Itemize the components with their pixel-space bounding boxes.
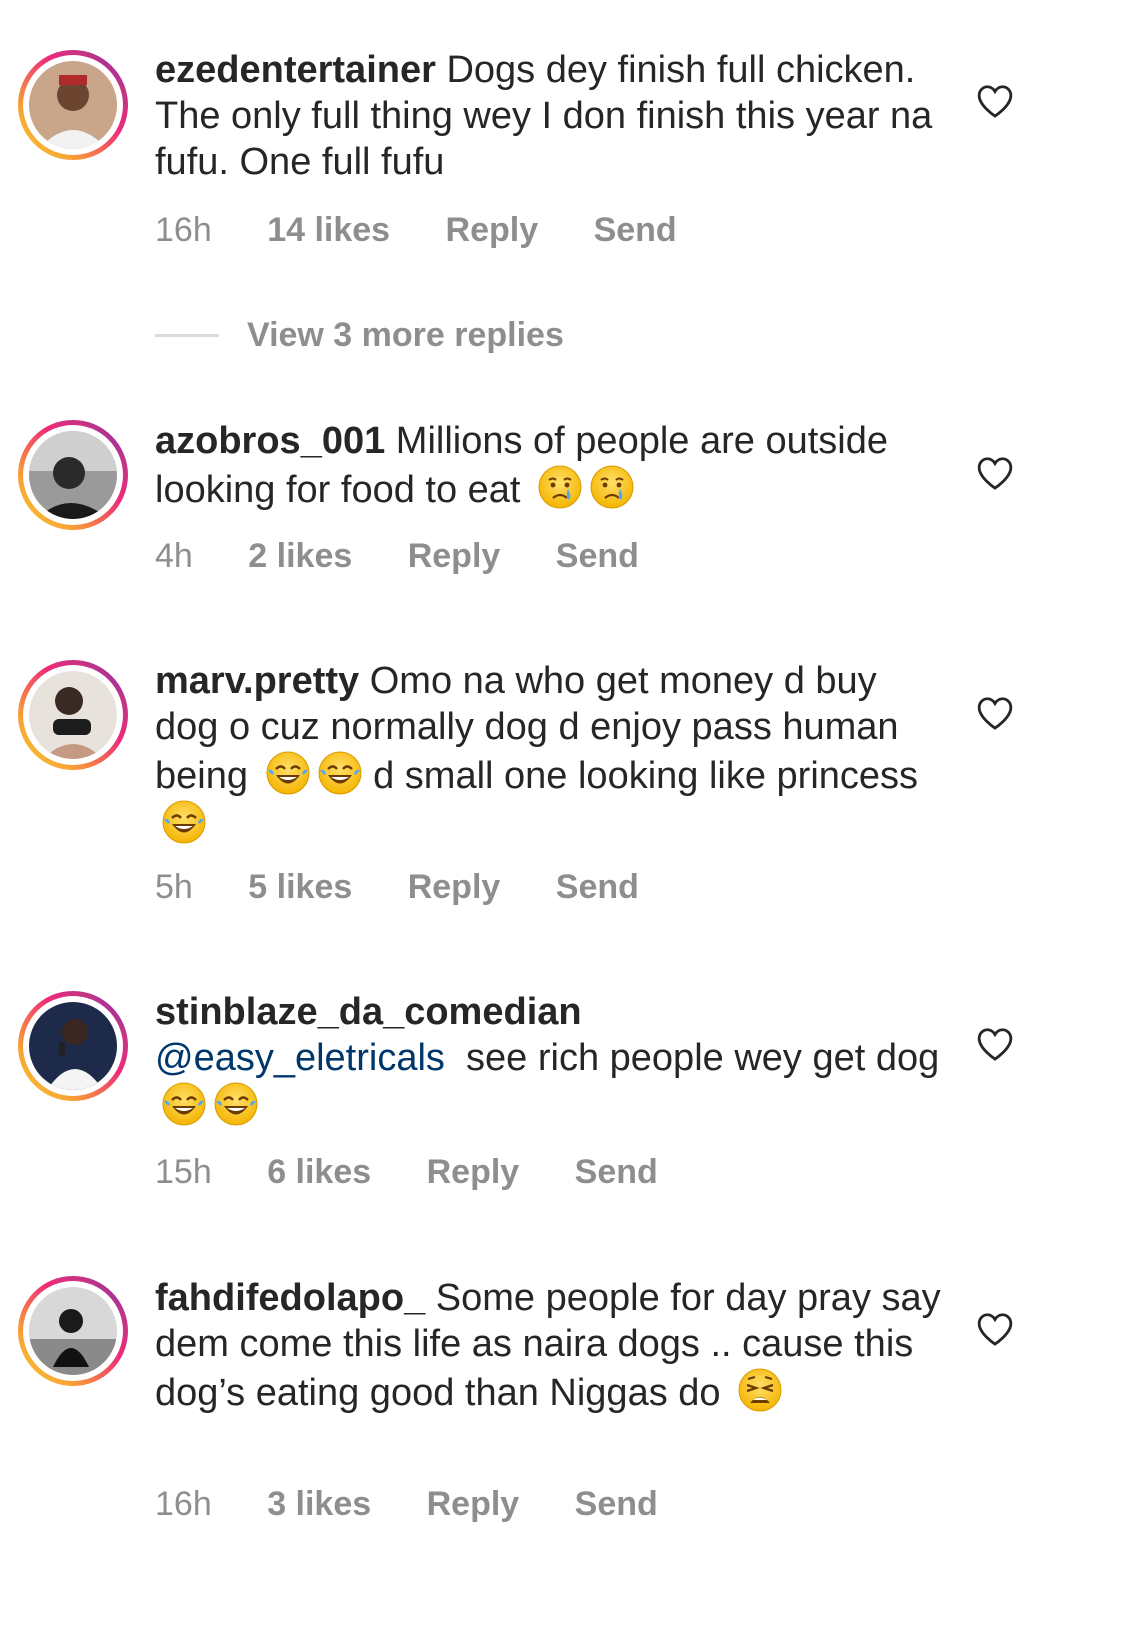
comment-likes[interactable]: 5 likes: [248, 867, 352, 907]
comment-meta: 15h 6 likes Reply Send: [155, 1152, 704, 1192]
story-ring[interactable]: [18, 660, 128, 770]
comment-username[interactable]: ezedentertainer: [155, 49, 436, 91]
avatar: [29, 431, 117, 519]
view-more-replies[interactable]: View 3 more replies: [155, 314, 564, 356]
heart-icon[interactable]: [976, 1026, 1014, 1062]
comment-time: 15h: [155, 1153, 212, 1191]
story-ring[interactable]: [18, 50, 128, 160]
reply-button[interactable]: Reply: [427, 1484, 520, 1524]
send-button[interactable]: Send: [575, 1152, 658, 1192]
reply-button[interactable]: Reply: [408, 867, 501, 907]
heart-icon[interactable]: [976, 83, 1014, 119]
send-button[interactable]: Send: [575, 1484, 658, 1524]
tears-of-joy-icon: [162, 800, 206, 844]
comment-text: ezedentertainer Dogs dey finish full chi…: [155, 47, 945, 185]
comment-time: 16h: [155, 211, 212, 249]
comment-content-continued: d small one looking like princess: [373, 755, 919, 797]
weary-face-icon: [738, 1368, 782, 1412]
tears-of-joy-icon: [318, 751, 362, 795]
comment-time: 16h: [155, 1485, 212, 1523]
mention-link[interactable]: @easy_eletricals: [155, 1037, 445, 1079]
heart-icon[interactable]: [976, 695, 1014, 731]
comment-username[interactable]: stinblaze_da_comedian: [155, 991, 582, 1033]
comment-meta: 5h 5 likes Reply Send: [155, 867, 685, 907]
comment-likes[interactable]: 3 likes: [267, 1484, 371, 1524]
comment-text: stinblaze_da_comedian @easy_eletricals s…: [155, 989, 945, 1130]
story-ring[interactable]: [18, 1276, 128, 1386]
reply-button[interactable]: Reply: [427, 1152, 520, 1192]
crying-face-icon: [590, 465, 634, 509]
comment-text: fahdifedolapo_ Some people for day pray …: [155, 1275, 945, 1416]
comment-meta: 16h 3 likes Reply Send: [155, 1484, 704, 1524]
send-button[interactable]: Send: [594, 210, 677, 250]
comment-likes[interactable]: 2 likes: [248, 536, 352, 576]
tears-of-joy-icon: [162, 1082, 206, 1126]
comment-meta: 4h 2 likes Reply Send: [155, 536, 685, 576]
send-button[interactable]: Send: [556, 536, 639, 576]
view-replies-label[interactable]: View 3 more replies: [247, 316, 564, 355]
tears-of-joy-icon: [214, 1082, 258, 1126]
tears-of-joy-icon: [266, 751, 310, 795]
comment-content: see rich people wey get dog: [466, 1037, 940, 1079]
comment-time: 4h: [155, 537, 193, 575]
reply-button[interactable]: Reply: [408, 536, 501, 576]
comment-text: marv.pretty Omo na who get money d buy d…: [155, 658, 945, 848]
avatar: [29, 61, 117, 149]
avatar: [29, 671, 117, 759]
heart-icon[interactable]: [976, 1311, 1014, 1347]
replies-divider: [155, 333, 219, 337]
story-ring[interactable]: [18, 991, 128, 1101]
comment-likes[interactable]: 14 likes: [267, 210, 390, 250]
comment-username[interactable]: azobros_001: [155, 420, 385, 462]
comment-time: 5h: [155, 868, 193, 906]
comment-likes[interactable]: 6 likes: [267, 1152, 371, 1192]
reply-button[interactable]: Reply: [446, 210, 539, 250]
comment-meta: 16h 14 likes Reply Send: [155, 210, 723, 250]
avatar: [29, 1002, 117, 1090]
story-ring[interactable]: [18, 420, 128, 530]
comment-username[interactable]: marv.pretty: [155, 660, 359, 702]
comment-username[interactable]: fahdifedolapo_: [155, 1277, 425, 1319]
avatar: [29, 1287, 117, 1375]
crying-face-icon: [538, 465, 582, 509]
comment-text: azobros_001 Millions of people are outsi…: [155, 418, 945, 513]
send-button[interactable]: Send: [556, 867, 639, 907]
heart-icon[interactable]: [976, 455, 1014, 491]
